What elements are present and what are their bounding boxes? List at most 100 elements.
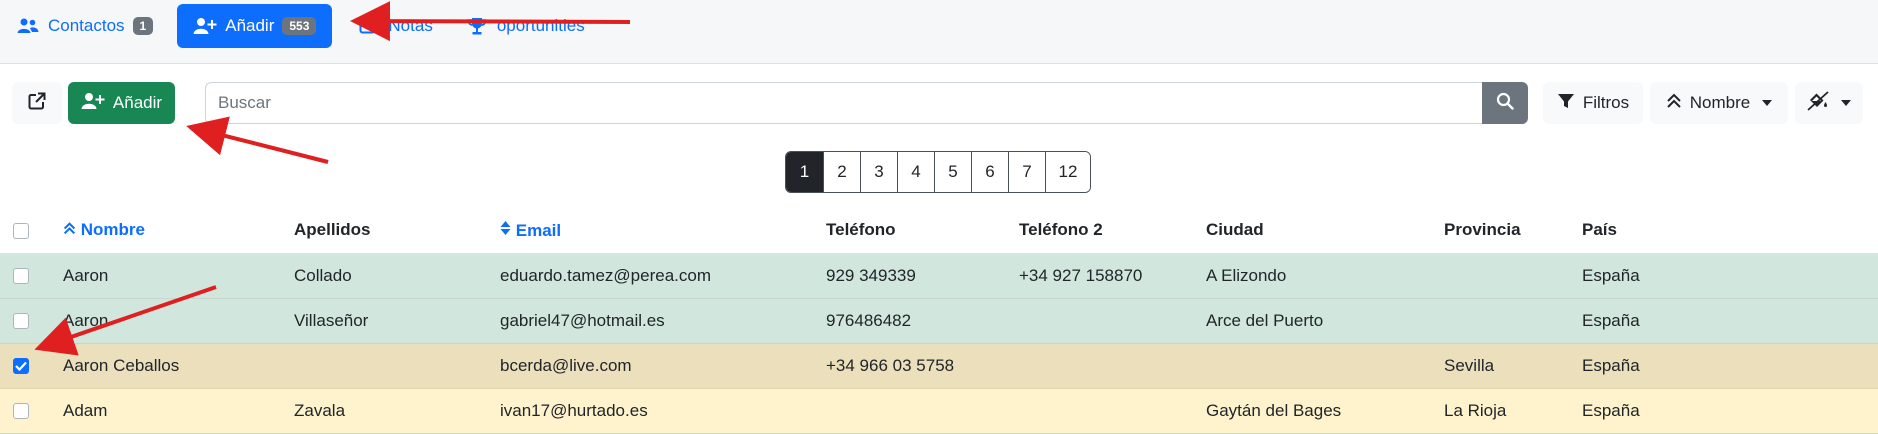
sort-dropdown[interactable]: Nombre xyxy=(1650,82,1788,124)
col-header-telefono[interactable]: Teléfono xyxy=(826,208,1019,254)
cell-email: ivan17@hurtado.es xyxy=(500,388,826,434)
page-7-button[interactable]: 7 xyxy=(1008,152,1045,192)
cell-pais: España xyxy=(1582,253,1878,299)
cell-provincia xyxy=(1444,253,1582,299)
col-header-telefono2[interactable]: Teléfono 2 xyxy=(1019,208,1206,254)
pagination: 1 2 3 4 5 6 7 12 xyxy=(785,151,1091,193)
annotation-arrow-add-button xyxy=(186,116,329,164)
cell-apellidos: Collado xyxy=(294,253,500,299)
search-icon xyxy=(1496,92,1514,115)
cell-ciudad: A Elizondo xyxy=(1206,253,1444,299)
row-checkbox[interactable] xyxy=(13,403,29,420)
search-button[interactable] xyxy=(1482,82,1528,124)
cell-nombre: Aaron xyxy=(63,253,294,299)
page-6-button[interactable]: 6 xyxy=(971,152,1008,192)
tab-anadir-label: Añadir xyxy=(225,16,275,35)
filter-icon xyxy=(1557,92,1575,115)
cell-email: eduardo.tamez@perea.com xyxy=(500,253,826,299)
caret-down-icon xyxy=(1762,100,1773,106)
chevron-double-up-icon xyxy=(63,220,76,239)
col-header-ciudad[interactable]: Ciudad xyxy=(1206,208,1444,254)
table-row[interactable]: Adam Zavala ivan17@hurtado.es Gaytán del… xyxy=(0,388,1878,434)
toolbar: Añadir Filtros Nombre xyxy=(12,82,1866,126)
note-icon xyxy=(356,14,380,38)
cell-ciudad xyxy=(1206,343,1444,389)
table-row[interactable]: Aaron Villaseñor gabriel47@hotmail.es 97… xyxy=(0,298,1878,344)
sort-label: Nombre xyxy=(1689,93,1751,112)
page-12-button[interactable]: 12 xyxy=(1045,152,1090,192)
user-plus-icon xyxy=(193,14,217,38)
open-external-button[interactable] xyxy=(12,82,62,124)
cell-ciudad: Arce del Puerto xyxy=(1206,298,1444,344)
tab-anadir[interactable]: Añadir 553 xyxy=(177,4,333,48)
col-header-provincia[interactable]: Provincia xyxy=(1444,208,1582,254)
check-icon xyxy=(15,361,27,372)
tab-oportunities-label: oportunities xyxy=(496,16,585,35)
col-header-email[interactable]: Email xyxy=(500,208,826,254)
cell-telefono2 xyxy=(1019,388,1206,434)
sort-updown-icon xyxy=(500,220,511,240)
cell-provincia: La Rioja xyxy=(1444,388,1582,434)
cell-telefono: 929 349339 xyxy=(826,253,1019,299)
cell-provincia xyxy=(1444,298,1582,344)
col-header-pais[interactable]: País xyxy=(1582,208,1878,254)
caret-down-icon xyxy=(1841,100,1851,106)
add-contact-button[interactable]: Añadir xyxy=(68,82,175,124)
page-5-button[interactable]: 5 xyxy=(934,152,971,192)
filters-button[interactable]: Filtros xyxy=(1543,82,1643,124)
cell-nombre: Aaron Ceballos xyxy=(63,343,294,389)
row-checkbox-checked[interactable] xyxy=(13,358,29,375)
page-1-button[interactable]: 1 xyxy=(786,152,823,192)
contacts-table: Nombre Apellidos Email Teléfono Teléfono… xyxy=(0,208,1878,434)
cell-telefono2: +34 927 158870 xyxy=(1019,253,1206,299)
cell-telefono: 976486482 xyxy=(826,298,1019,344)
page-2-button[interactable]: 2 xyxy=(823,152,860,192)
cell-telefono xyxy=(826,388,1019,434)
user-plus-icon xyxy=(81,92,105,115)
table-row[interactable]: Aaron Ceballos bcerda@live.com +34 966 0… xyxy=(0,343,1878,389)
select-all-checkbox[interactable] xyxy=(13,222,29,239)
cell-nombre: Aaron xyxy=(63,298,294,344)
tab-contactos[interactable]: Contactos 1 xyxy=(0,4,169,48)
cell-apellidos: Villaseñor xyxy=(294,298,500,344)
tab-oportunities[interactable]: oportunities xyxy=(449,4,601,48)
col-header-email-label: Email xyxy=(515,220,562,240)
search-input[interactable] xyxy=(205,82,1482,124)
cell-telefono: +34 966 03 5758 xyxy=(826,343,1019,389)
anadir-count-badge: 553 xyxy=(282,17,317,35)
col-header-nombre-label: Nombre xyxy=(80,220,145,240)
row-checkbox[interactable] xyxy=(13,268,29,285)
paint-bucket-icon xyxy=(1807,90,1829,116)
chevron-double-up-icon xyxy=(1666,93,1682,114)
color-fill-dropdown[interactable] xyxy=(1795,82,1863,124)
top-nav-bar: Contactos 1 Añadir 553 Notas oportunitie… xyxy=(0,0,1878,64)
nav-tabs: Contactos 1 Añadir 553 Notas oportunitie… xyxy=(0,4,601,48)
page-4-button[interactable]: 4 xyxy=(897,152,934,192)
tab-contactos-label: Contactos xyxy=(48,16,125,35)
cell-email: gabriel47@hotmail.es xyxy=(500,298,826,344)
cell-apellidos: Zavala xyxy=(294,388,500,434)
trophy-icon xyxy=(465,14,489,38)
tab-notas[interactable]: Notas xyxy=(340,4,448,48)
cell-apellidos xyxy=(294,343,500,389)
page-3-button[interactable]: 3 xyxy=(860,152,897,192)
users-icon xyxy=(16,14,40,38)
tab-notas-label: Notas xyxy=(388,16,433,35)
col-header-apellidos[interactable]: Apellidos xyxy=(294,208,500,254)
cell-pais: España xyxy=(1582,388,1878,434)
cell-pais: España xyxy=(1582,298,1878,344)
table-row[interactable]: Aaron Collado eduardo.tamez@perea.com 92… xyxy=(0,253,1878,299)
cell-ciudad: Gaytán del Bages xyxy=(1206,388,1444,434)
add-contact-label: Añadir xyxy=(112,93,163,112)
cell-email: bcerda@live.com xyxy=(500,343,826,389)
contactos-count-badge: 1 xyxy=(132,17,154,35)
cell-provincia: Sevilla xyxy=(1444,343,1582,389)
cell-nombre: Adam xyxy=(63,388,294,434)
external-link-icon xyxy=(27,91,47,116)
col-header-nombre[interactable]: Nombre xyxy=(63,208,294,254)
table-header-row: Nombre Apellidos Email Teléfono Teléfono… xyxy=(0,208,1878,254)
select-all-cell xyxy=(0,208,63,254)
row-checkbox[interactable] xyxy=(13,313,29,330)
cell-pais: España xyxy=(1582,343,1878,389)
filters-label: Filtros xyxy=(1582,93,1630,112)
